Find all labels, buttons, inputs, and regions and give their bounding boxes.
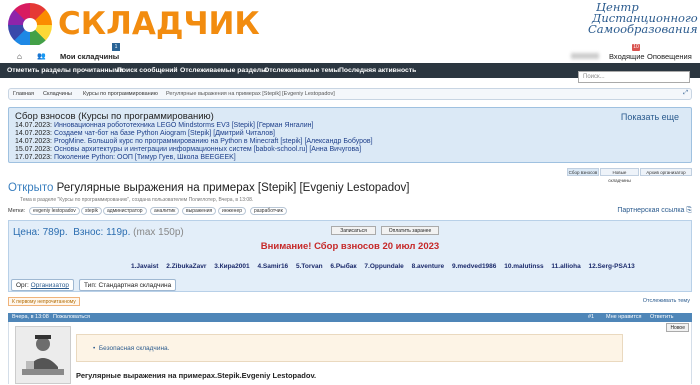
participant[interactable]: 2.ZibukaZavr — [166, 263, 206, 270]
incoming-link[interactable]: Входящие — [609, 52, 645, 61]
share-icon: ⎘ — [686, 207, 692, 214]
logo-icon[interactable] — [8, 3, 52, 47]
participants-list: 1.Javaist 2.ZibukaZavr 3.Кира2001 4.Sami… — [131, 263, 641, 270]
username-blurred[interactable] — [571, 53, 599, 59]
post-body: • Безопасная складчина. Регулярные выраж… — [8, 322, 692, 384]
type-value: Стандартная складчина — [98, 282, 172, 289]
organizer-box: Орг: Организатор — [11, 279, 74, 291]
tag[interactable]: stepik — [81, 207, 103, 215]
tab-collecting[interactable]: Сбор взносов — [567, 168, 599, 176]
post-time[interactable]: Вчера, в 13:08 — [12, 314, 49, 320]
tag[interactable]: evgeniy lestopadov — [29, 207, 80, 215]
organizer-link[interactable]: Организатор — [31, 282, 69, 289]
menu-mark-read[interactable]: Отметить разделы прочитанными — [7, 67, 123, 74]
participant[interactable]: 7.Oppundale — [364, 263, 403, 270]
breadcrumb: Главная Складчины Курсы по программирова… — [8, 88, 692, 100]
menu-watched-threads[interactable]: Отслеживаемые темы — [264, 67, 339, 74]
fee-value: Взнос: 119р. — [73, 227, 131, 238]
thread-title: Регулярные выражения на примерах [Stepik… — [56, 182, 410, 194]
participant[interactable]: 10.malutinss — [504, 263, 543, 270]
menu-search-posts[interactable]: Поиск сообщений — [117, 67, 178, 74]
status-prefix[interactable]: Открыто — [8, 182, 53, 194]
join-button[interactable]: Записаться — [331, 226, 376, 235]
tag[interactable]: аналитик — [150, 207, 180, 215]
prepay-button[interactable]: Оплатить заранее — [381, 226, 439, 235]
participant[interactable]: 1.Javaist — [131, 263, 158, 270]
new-badge: Новое — [666, 323, 689, 332]
crumb-home[interactable]: Главная — [13, 91, 34, 97]
avatar-image — [16, 327, 70, 383]
alerts-count-badge: 10 — [632, 44, 640, 51]
org-label: Орг: — [16, 282, 29, 289]
info-item: • Безопасная складчина. — [93, 345, 170, 352]
price-value: Цена: 789р. — [13, 227, 68, 238]
partner-link[interactable]: Партнерская ссылка ⎘ — [617, 207, 692, 215]
users-icon[interactable]: 👥 — [37, 52, 46, 60]
crumb-programming[interactable]: Курсы по программированию — [83, 91, 158, 97]
collection-row[interactable]: 14.07.2023: ProgMine. Большой курс по пр… — [15, 138, 373, 145]
menu-watched-forums[interactable]: Отслеживаемые разделы — [180, 67, 267, 74]
crumb-skladchiny[interactable]: Складчины — [43, 91, 72, 97]
follow-thread-link[interactable]: Отслеживать тему — [643, 298, 690, 304]
deadline-alert: Внимание! Сбор взносов 20 июл 2023 — [260, 241, 440, 252]
type-box: Тип: Стандартная складчина — [79, 279, 177, 291]
menu-recent-activity[interactable]: Последняя активность — [339, 67, 416, 74]
participant[interactable]: 3.Кира2001 — [214, 263, 249, 270]
post-number[interactable]: #1 — [588, 314, 594, 320]
my-count-badge: 1 — [112, 43, 120, 51]
post-header: Вчера, в 13:08 Пожаловаться #1 Мне нрави… — [8, 313, 692, 322]
expand-icon[interactable]: ⤢ — [683, 90, 688, 97]
tag[interactable]: выражения — [182, 207, 217, 215]
my-skladchiny-link[interactable]: Мои складчины — [60, 52, 119, 61]
thread-meta: Тема в разделе "Курсы по программировани… — [20, 197, 254, 203]
tags-label: Метки: — [8, 208, 26, 214]
home-icon[interactable]: ⌂ — [17, 52, 22, 61]
report-link[interactable]: Пожаловаться — [53, 314, 90, 320]
crumb-current: Регулярные выражения на примерах [Stepik… — [166, 91, 335, 97]
first-unread-button[interactable]: К первому непрочитанному — [8, 297, 80, 306]
tag[interactable]: администратор — [103, 207, 147, 215]
participant[interactable]: 4.Samir16 — [257, 263, 288, 270]
avatar[interactable] — [15, 326, 71, 384]
participant[interactable]: 12.Serg-PSA13 — [589, 263, 635, 270]
type-label: Тип: — [84, 282, 97, 289]
participant[interactable]: 6.Рыбак — [330, 263, 356, 270]
collection-row[interactable]: 14.07.2023: Инновационная робототехника … — [15, 122, 313, 129]
price-line: Цена: 789р. Взнос: 119р. (max 150р) — [13, 227, 184, 238]
tab-archive[interactable]: Архив организатор — [640, 168, 692, 176]
collections-title: Сбор взносов (Курсы по программированию) — [15, 111, 214, 122]
top-nav: ⌂ 👥 Мои складчины Входящие Оповещения — [0, 45, 700, 63]
collection-row[interactable]: 15.07.2023: Основы архитектуры и интегра… — [15, 146, 361, 153]
price-box: Цена: 789р. Взнос: 119р. (max 150р) Запи… — [8, 220, 692, 292]
collection-row[interactable]: 14.07.2023: Создаем чат-бот на базе Pyth… — [15, 130, 275, 137]
participant[interactable]: 9.medved1986 — [452, 263, 496, 270]
school-logo[interactable]: Центр Дистанционного Самообразования — [588, 1, 698, 36]
page-title: Открыто Регулярные выражения на примерах… — [8, 182, 409, 194]
like-link[interactable]: Мне нравится — [606, 314, 642, 320]
site-logo-text[interactable]: СКЛАДЧИК — [58, 6, 260, 42]
participant[interactable]: 11.allioha — [551, 263, 580, 270]
search-input[interactable]: Поиск... — [578, 71, 690, 83]
reply-link[interactable]: Ответить — [650, 314, 674, 320]
post-title: Регулярные выражения на примерах.Stepik.… — [76, 371, 317, 380]
info-block: • Безопасная складчина. — [76, 334, 623, 362]
tag[interactable]: инженер — [218, 207, 247, 215]
alerts-link[interactable]: Оповещения — [647, 52, 692, 61]
participant[interactable]: 5.Torvan — [296, 263, 323, 270]
tag[interactable]: разработчик — [250, 207, 287, 215]
show-more-link[interactable]: Показать еще — [621, 112, 679, 122]
tab-new[interactable]: Новые складчины — [600, 168, 639, 183]
fee-max: (max 150р) — [133, 227, 184, 238]
collection-row[interactable]: 17.07.2023: Поколение Python: ООП [Тимур… — [15, 154, 236, 161]
collections-box: Сбор взносов (Курсы по программированию)… — [8, 107, 692, 163]
school-line-3: Самообразования — [588, 22, 698, 36]
participant[interactable]: 8.aventure — [412, 263, 445, 270]
